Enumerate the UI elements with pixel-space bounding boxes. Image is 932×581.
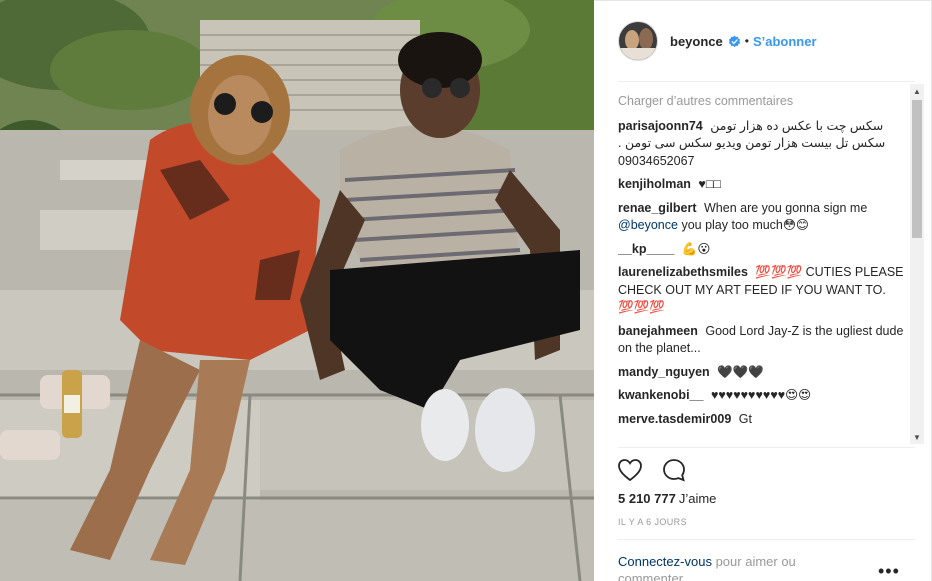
separator-dot: • (744, 34, 749, 48)
comment-username[interactable]: __kp____ (618, 242, 674, 256)
comment-username[interactable]: mandy_nguyen (618, 365, 710, 379)
comment-bubble-icon (663, 459, 685, 482)
likes-label: J’aime (678, 491, 717, 506)
more-options-icon[interactable]: ••• (878, 561, 900, 581)
header-user-row: beyonce • S’abonner (618, 21, 817, 61)
comment-item: merve.tasdemir009 Gt (618, 411, 910, 429)
comment-text: When are you gonna sign me (704, 200, 868, 215)
comment-item: parisajoonn74 سکس چت با عکس ده هزار تومن… (618, 118, 910, 171)
comment-mention-link[interactable]: @beyonce (618, 218, 678, 232)
comment-text: 09034652067 (618, 153, 695, 168)
comment-username[interactable]: banejahmeen (618, 324, 698, 338)
likes-number: 5 210 777 (618, 491, 676, 506)
like-button[interactable] (616, 456, 644, 484)
comment-text: you play too much😳😊 (681, 218, 809, 232)
comments-list[interactable]: Charger d’autres commentaires parisajoon… (618, 93, 910, 443)
load-more-comments-link[interactable]: Charger d’autres commentaires (618, 93, 910, 111)
comment-item: __kp____ 💪😮 (618, 241, 910, 259)
comment-username[interactable]: kenjiholman (618, 177, 691, 191)
login-prompt: Connectez-vous pour aimer ou commenter. (618, 553, 858, 581)
comment-username[interactable]: laurenelizabethsmiles (618, 265, 748, 279)
comments-scrollbar[interactable]: ▲ ▼ (910, 84, 924, 444)
scroll-up-arrow[interactable]: ▲ (910, 84, 924, 98)
comment-text: سکس چت با عکس ده هزار تومن (710, 118, 884, 133)
comment-username[interactable]: parisajoonn74 (618, 119, 703, 133)
comment-text: Gt (738, 411, 752, 426)
verified-badge-icon (728, 35, 740, 47)
post-header: beyonce • S’abonner (594, 1, 932, 81)
comment-text: ♥□□ (698, 177, 721, 191)
username-link[interactable]: beyonce (670, 34, 723, 49)
follow-button[interactable]: S’abonner (753, 34, 817, 49)
comment-text: سکس تل بیست هزار تومن ویدیو سکس سی تومن … (618, 136, 886, 150)
avatar-shape (619, 48, 657, 60)
comment-item: mandy_nguyen 🖤🖤🖤 (618, 364, 910, 382)
post-photo[interactable] (0, 0, 594, 581)
comment-text: 🖤🖤🖤 (717, 364, 764, 379)
comment-item: kenjiholman ♥□□ (618, 176, 910, 194)
likes-count[interactable]: 5 210 777 J’aime (618, 491, 716, 506)
avatar-shape (639, 28, 653, 50)
comment-item: kwankenobi__ ♥♥♥♥♥♥♥♥♥♥😍😍 (618, 387, 910, 405)
comment-button[interactable] (660, 456, 688, 484)
divider (618, 447, 915, 448)
post-side-panel: beyonce • S’abonner Charger d’autres com… (594, 0, 932, 581)
comment-item: renae_gilbert When are you gonna sign me… (618, 200, 910, 235)
comment-item: laurenelizabethsmiles 💯💯💯 CUTIES PLEASE … (618, 264, 910, 317)
post-actions (616, 456, 688, 484)
comment-text: ♥♥♥♥♥♥♥♥♥♥😍😍 (710, 388, 812, 402)
photo-illustration (0, 0, 594, 581)
divider (618, 81, 915, 82)
heart-outline-icon (618, 459, 642, 482)
scroll-down-arrow[interactable]: ▼ (910, 430, 924, 444)
scroll-thumb[interactable] (912, 100, 922, 238)
comment-text: 💪😮 (681, 241, 711, 256)
avatar[interactable] (618, 21, 658, 61)
login-link[interactable]: Connectez-vous (618, 554, 712, 569)
comment-username[interactable]: merve.tasdemir009 (618, 412, 731, 426)
comment-username[interactable]: renae_gilbert (618, 201, 697, 215)
avatar-shape (625, 30, 639, 50)
comment-username[interactable]: kwankenobi__ (618, 388, 703, 402)
divider (618, 539, 915, 540)
post-timestamp[interactable]: IL Y A 6 JOURS (618, 517, 687, 527)
comment-item: banejahmeen Good Lord Jay-Z is the uglie… (618, 323, 910, 358)
